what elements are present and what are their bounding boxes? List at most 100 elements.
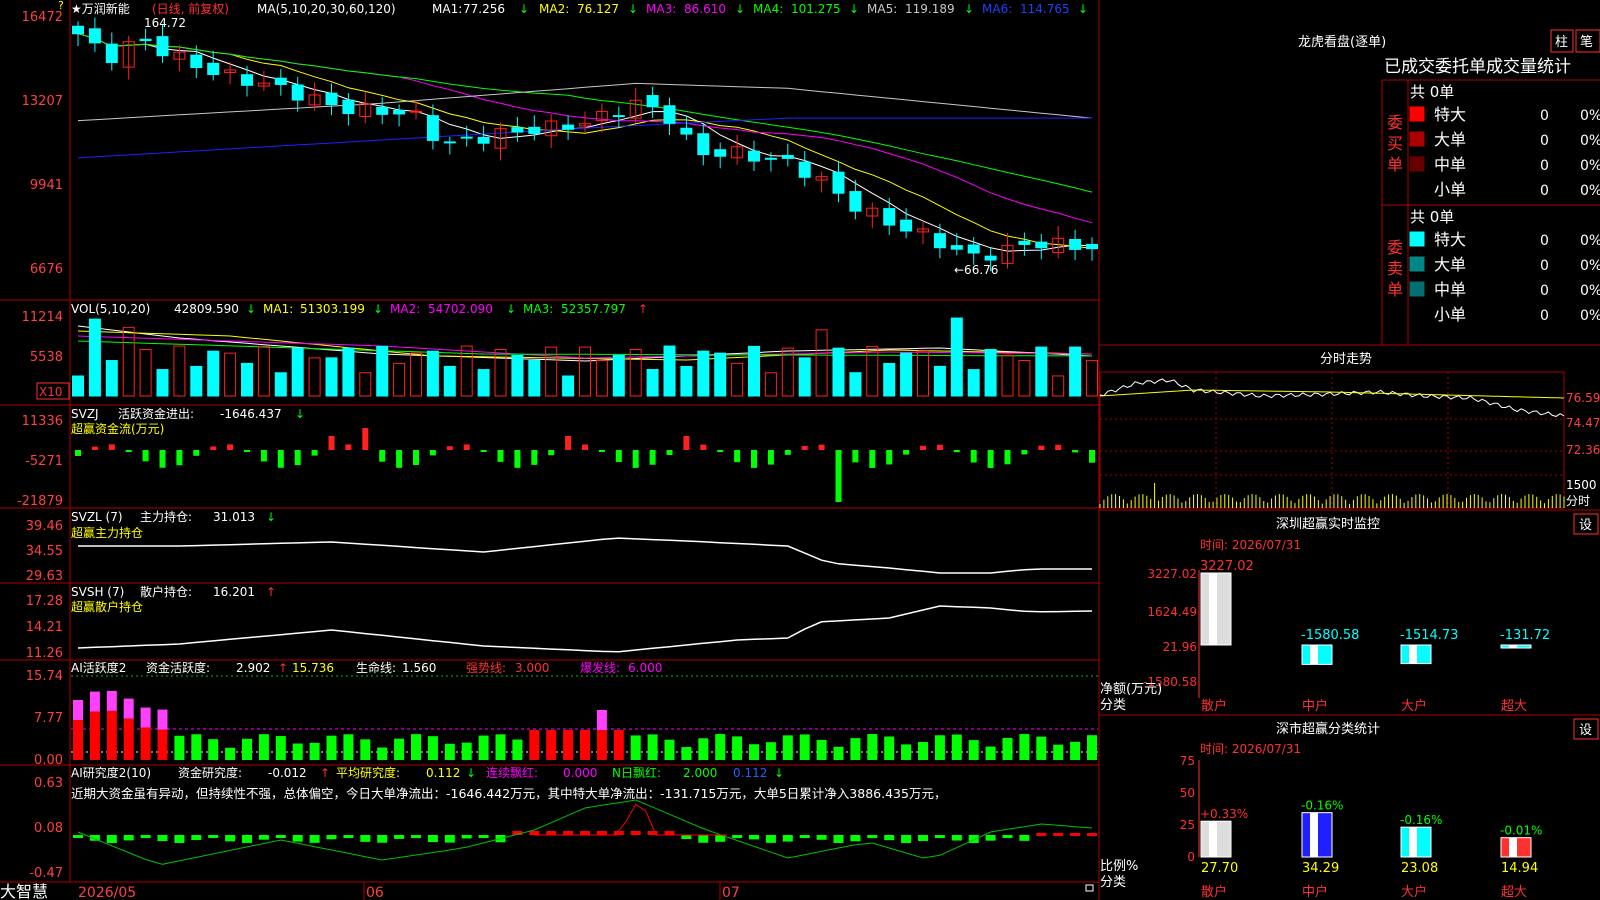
svzj-bar [91,446,98,450]
candle-body [697,133,710,156]
volume-bar [1052,375,1065,397]
ai-research-bar [478,835,489,838]
sell-rows: 特大 0 0% 大单 0 0% 中单 0 0% 小单 0 0% [1409,230,1600,324]
ai-research-y-tick: -0.47 [29,866,63,881]
volume-bar [731,362,744,397]
ai-burst-cap [140,707,151,728]
svzj-bar [1055,444,1062,450]
ai-active-bar [647,734,658,760]
brand-logo[interactable]: 大智慧 [0,882,48,900]
longhu-panel: 龙虎看盘(逐单) 柱 笔 已成交委托单成交量统计 委 买 单 共 0单 特大 0 0… [1298,29,1600,324]
svzj-bar [598,450,605,452]
candle-body [139,38,152,42]
ai-active-bar [478,735,489,760]
svzj-bar [1004,450,1011,465]
svzj-bar [767,450,774,465]
svzj-bar [801,445,808,450]
volume-bar [933,365,946,397]
svzj-bar [244,450,250,452]
ai-active-bar [411,734,421,760]
sell-color-swatch [1409,306,1425,322]
ma3-value: 86.610 [684,2,726,16]
svzj-bar [649,450,656,465]
realtime-category: 中户 [1302,698,1328,714]
candle-body [950,245,963,250]
svzj-bar [497,450,504,462]
svzj-bar [852,450,859,463]
ai-research-bar [208,835,219,838]
ai-active-bar [292,743,303,760]
svzj-bar [869,450,876,468]
ai-research-bar [1070,833,1081,836]
svzj-bar [277,450,284,468]
vol-ma3-arrow: ↑ [638,302,648,316]
realtime-bar-highlight [1209,573,1217,645]
svzj-y-tick: 11336 [22,414,63,429]
ai-active-value2: 15.736 [292,661,334,675]
ai-research-bar [985,835,996,841]
ai-burst-cap [123,698,134,719]
sell-total: 共 0单 [1410,208,1454,226]
svzj-bar [632,450,639,468]
ai-active-bar [191,734,202,760]
svzj-bar [734,450,741,463]
volume-bar [359,372,372,397]
sell-row-label: 中单 [1434,280,1466,299]
svzj-bar [936,444,943,450]
realtime-bar-highlight [1509,645,1517,648]
volume-bar [1018,359,1031,397]
stock-title[interactable]: ★万润新能 [71,1,130,16]
svzj-bar [176,450,183,466]
volume-bar [494,348,507,397]
classify-y-tick: 75 [1180,754,1195,768]
dot-marker[interactable]: ? [58,0,64,12]
ai-active-bar [495,734,506,760]
candle-body [832,171,845,194]
svzj-bar [818,444,825,450]
candle-body [1035,241,1048,249]
ai-active-bar [563,730,574,760]
buy-side-label: 委 买 单 [1387,113,1403,174]
volume-bar [1001,354,1014,397]
sell-side-char: 委 [1387,238,1403,257]
ma6-value: 114.765 [1020,2,1070,16]
svzj-bar [700,444,707,450]
ai-active-bar [157,729,168,760]
svzj-subtitle: 超赢资金流(万元) [71,421,164,436]
svsh-series [77,605,1093,653]
volume-bar [528,360,541,397]
column-button-label: 柱 [1555,35,1568,50]
classify-value-label: 23.08 [1401,861,1438,876]
buy-row-pct: 0% [1580,183,1600,199]
ai-active-value: 2.902 [236,661,270,675]
ai-active-y-tick: 15.74 [26,669,63,684]
ai-research-bar [157,835,168,842]
ai-active-bar [123,718,134,760]
realtime-cat-label: 分类 [1100,698,1126,713]
ai-research-bar [343,835,354,838]
ai-research-bar [749,835,759,840]
candle-body [967,244,980,254]
classify-value-label: 34.29 [1302,861,1339,876]
ai-research-bar [934,835,945,838]
date-axis: 大智慧 2026/05 06 07 [0,882,1094,900]
buy-color-swatch [1409,181,1425,197]
sell-row-count: 0 [1540,283,1549,299]
ma-label: MA(5,10,20,30,60,120) [257,2,396,16]
extra-arrow: ↓ [774,766,784,780]
ai-research-bar [563,831,574,835]
ai-research-bar [258,835,269,840]
ai-research-bar [444,835,455,843]
candle-body [528,126,541,134]
volume-bar [849,372,862,397]
svzj-bar [362,428,369,450]
buy-row-label: 大单 [1434,130,1466,149]
svzj-bar [953,450,960,453]
strong-line-name: 强势线: [466,661,506,675]
ai-active-bar [867,734,878,760]
volume-bar [241,362,253,397]
svzj-bar [480,450,487,452]
ai-active-bar [765,742,776,760]
vol-ma2-value: 54702.090 [428,302,493,316]
ma1-name: MA1: [432,2,462,16]
